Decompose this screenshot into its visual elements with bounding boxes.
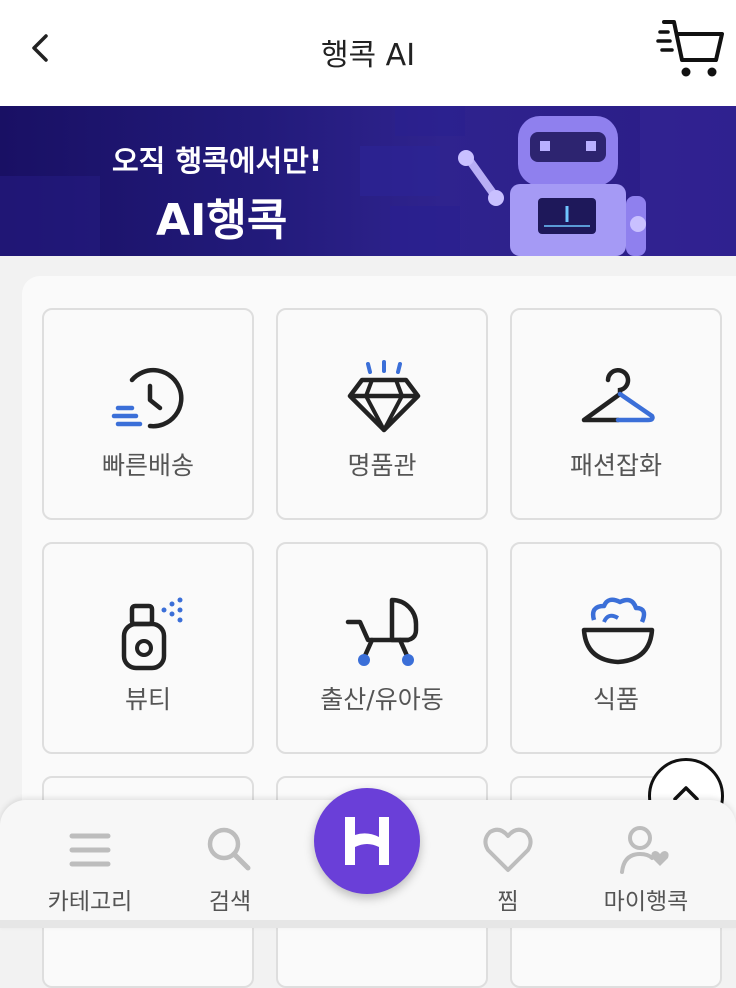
category-tile-baby[interactable]: 출산/유아동 xyxy=(276,542,488,754)
category-label: 명품관 xyxy=(347,451,417,480)
tab-label: 찜 xyxy=(497,889,519,915)
category-label: 출산/유아동 xyxy=(320,685,444,714)
food-bowl-icon xyxy=(581,597,655,665)
hanger-icon xyxy=(581,367,655,423)
stroller-icon xyxy=(345,597,419,666)
fast-clock-icon xyxy=(111,367,184,429)
banner-title: AI행콕 xyxy=(156,195,288,246)
tab-wishlist[interactable]: 찜 xyxy=(438,800,578,920)
category-label: 뷰티 xyxy=(124,685,171,714)
heart-icon xyxy=(483,827,533,872)
perfume-icon xyxy=(121,597,183,671)
h-logo-icon xyxy=(345,817,389,865)
category-label: 식품 xyxy=(592,685,639,714)
category-tile-luxury[interactable]: 명품관 xyxy=(276,308,488,520)
category-tile-beauty[interactable]: 뷰티 xyxy=(42,542,254,754)
header: 행콕 AI xyxy=(0,0,736,106)
user-heart-icon xyxy=(620,826,669,874)
page-title: 행콕 AI xyxy=(320,38,416,73)
search-icon xyxy=(207,827,251,871)
tab-label: 검색 xyxy=(208,889,252,915)
tab-my-page[interactable]: 마이행콕 xyxy=(576,800,716,920)
banner-subtitle: 오직 행콕에서만! xyxy=(112,144,323,178)
bottom-divider xyxy=(0,920,736,928)
robot-illustration xyxy=(458,116,646,256)
tab-label: 카테고리 xyxy=(47,889,133,915)
cart-icon[interactable] xyxy=(656,14,728,84)
category-label: 패션잡화 xyxy=(569,451,662,480)
tab-label: 마이행콕 xyxy=(603,889,689,915)
category-label: 빠른배송 xyxy=(101,451,194,480)
category-tile-fashion[interactable]: 패션잡화 xyxy=(510,308,722,520)
menu-icon xyxy=(69,833,111,867)
category-grid: 빠른배송 명품관 패션잡화 뷰티 출산/유아동 식품 xyxy=(22,276,736,988)
category-tile-food[interactable]: 식품 xyxy=(510,542,722,754)
home-button[interactable] xyxy=(314,788,420,894)
category-tile-fast-delivery[interactable]: 빠른배송 xyxy=(42,308,254,520)
promo-banner[interactable]: 오직 행콕에서만! AI행콕 xyxy=(0,106,736,256)
tab-search[interactable]: 검색 xyxy=(160,800,300,920)
diamond-icon xyxy=(347,360,421,433)
tab-category[interactable]: 카테고리 xyxy=(20,800,160,920)
